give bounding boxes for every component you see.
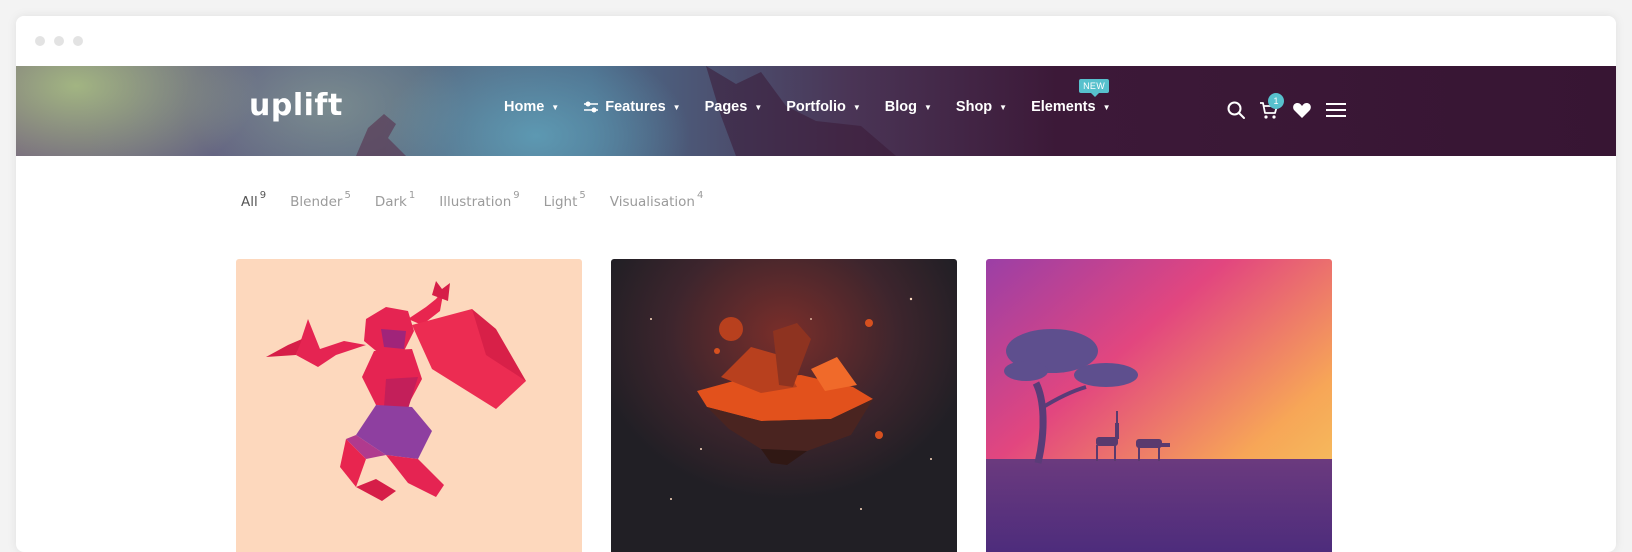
nav-pages[interactable]: Pages ▼ [705,99,763,115]
nav-features[interactable]: Features ▼ [583,99,681,115]
filter-dark[interactable]: Dark 1 [374,190,415,210]
chevron-down-icon: ▼ [1102,102,1111,112]
nav-label: Shop [955,99,993,115]
window-dot-icon [54,36,64,46]
nav-label: Pages [704,99,748,115]
filter-count: 4 [696,190,704,201]
filter-label: All [241,194,258,210]
nav-label: Features [605,99,666,115]
nav-home[interactable]: Home ▼ [504,99,559,115]
portfolio-item-1[interactable] [236,259,582,552]
filter-label: Light [543,194,578,210]
filter-blender[interactable]: Blender 5 [290,190,351,210]
site-logo[interactable]: uplift [249,88,343,123]
cart-count-badge: 1 [1268,93,1284,109]
nav-label: Elements [1031,99,1096,115]
filter-label: Illustration [439,194,512,210]
filter-light[interactable]: Light 5 [543,190,586,210]
window-dot-icon [73,36,83,46]
filter-count: 9 [259,190,267,201]
header-tools: 1 [1226,93,1360,120]
filter-count: 5 [344,190,351,201]
portfolio-thumbnail-image [611,259,957,552]
nav-elements[interactable]: NEW Elements ▼ [1031,79,1111,115]
window-dot-icon [35,36,45,46]
filter-label: Visualisation [609,194,695,210]
nav-portfolio[interactable]: Portfolio ▼ [786,99,861,115]
heart-icon [1293,103,1311,118]
nav-blog[interactable]: Blog ▼ [885,99,932,115]
chevron-down-icon: ▼ [551,102,560,112]
nav-label: Home [504,99,545,115]
hamburger-menu-icon [1326,103,1346,117]
menu-button[interactable] [1325,100,1347,120]
portfolio-item-3[interactable] [986,259,1332,552]
filter-all[interactable]: All 9 [241,190,266,210]
filter-count: 1 [408,190,416,201]
filter-visualisation[interactable]: Visualisation 4 [609,190,704,210]
nav-label: Blog [884,99,917,115]
portfolio-thumbnail-image [986,259,1332,552]
chevron-down-icon: ▼ [999,102,1008,112]
chevron-down-icon: ▼ [924,102,932,112]
filter-count: 9 [513,190,520,201]
wishlist-button[interactable] [1292,100,1312,120]
portfolio-item-2[interactable] [611,259,957,552]
new-badge: NEW [1079,79,1109,97]
chevron-down-icon: ▼ [672,102,681,112]
window-titlebar [16,16,1616,66]
filter-label: Dark [374,194,407,210]
filter-label: Blender [290,194,343,210]
chevron-down-icon: ▼ [754,102,763,112]
browser-window: uplift Home ▼ Features ▼ Pages ▼ Portfol… [16,16,1616,552]
nav-shop[interactable]: Shop ▼ [956,99,1007,115]
search-icon [1227,101,1245,119]
sliders-icon [584,101,599,113]
cart-button[interactable]: 1 [1259,93,1284,120]
site-header: uplift Home ▼ Features ▼ Pages ▼ Portfol… [16,66,1616,156]
nav-label: Portfolio [786,99,846,115]
main-nav: Home ▼ Features ▼ Pages ▼ Portfolio ▼ Bl… [504,79,1135,115]
search-button[interactable] [1226,100,1246,120]
portfolio-thumbnail-image [236,259,582,552]
filter-illustration[interactable]: Illustration 9 [439,190,519,210]
chevron-down-icon: ▼ [852,102,861,112]
filter-count: 5 [579,190,586,201]
portfolio-filters: All 9 Blender 5 Dark 1 Illustration 9 Light 5… [241,190,727,210]
